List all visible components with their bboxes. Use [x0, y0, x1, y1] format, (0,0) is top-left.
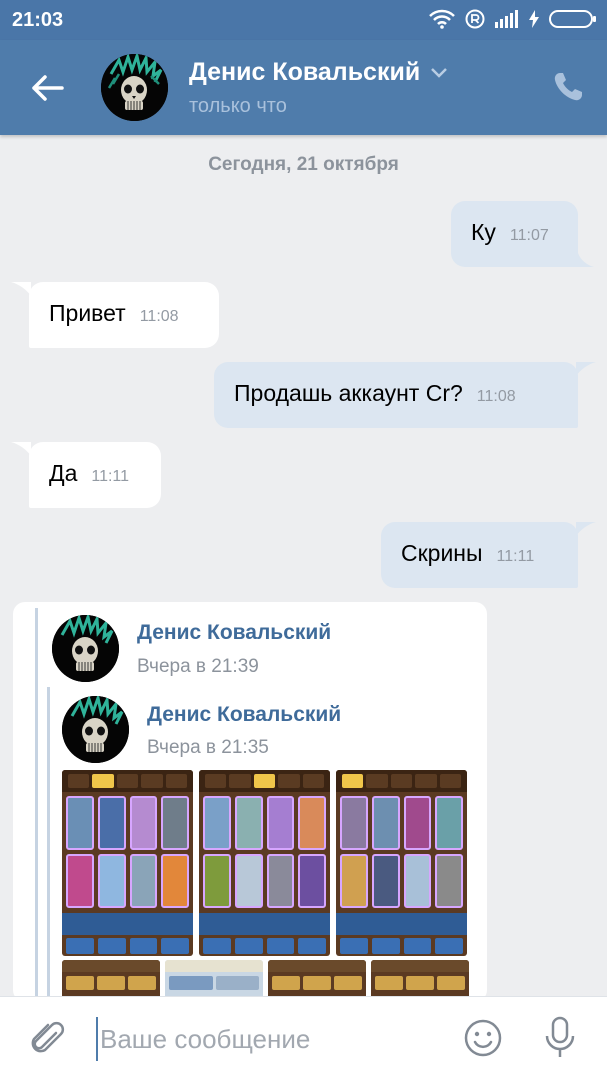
message-input[interactable]	[96, 1017, 436, 1061]
bubble-tail	[576, 522, 596, 536]
phone-icon[interactable]	[551, 70, 585, 104]
date-separator: Сегодня, 21 октября	[208, 154, 399, 175]
message-bubble-outgoing[interactable]: Скрины 11:11	[381, 522, 578, 588]
message-bubble-incoming[interactable]: Да 11:11	[29, 442, 161, 508]
signal-icon	[495, 10, 518, 28]
bubble-tail	[576, 362, 596, 376]
skull-avatar-image	[52, 615, 119, 682]
message-bubble-outgoing[interactable]: Ку 11:07	[451, 201, 578, 267]
message-text: Продашь аккаунт Cr?	[234, 380, 463, 406]
avatar[interactable]	[52, 615, 119, 682]
contact-status: только что	[189, 95, 287, 117]
chat-header: Денис Ковальский только что	[0, 40, 607, 135]
status-time: 21:03	[12, 9, 64, 31]
screenshot-thumbnail[interactable]	[62, 770, 193, 956]
forwarded-author-name[interactable]: Денис Ковальский	[147, 703, 341, 727]
message-time: 11:07	[509, 227, 549, 244]
screenshot-thumbnail[interactable]	[199, 770, 330, 956]
message-bubble-incoming[interactable]: Привет 11:08	[29, 282, 219, 348]
bubble-tail	[11, 282, 31, 296]
message-time: 11:08	[476, 388, 516, 405]
avatar[interactable]	[62, 696, 129, 763]
skull-avatar-image	[62, 696, 129, 763]
registered-icon	[465, 9, 485, 29]
message-composer	[0, 996, 607, 1080]
message-bubble-outgoing[interactable]: Продашь аккаунт Cr? 11:08	[214, 362, 578, 428]
message-text: Да	[49, 460, 78, 486]
forwarded-date: Вчера в 21:39	[137, 656, 259, 677]
emoji-icon[interactable]	[462, 1017, 504, 1059]
screenshot-thumbnail[interactable]	[336, 770, 467, 956]
message-time: 11:08	[139, 308, 179, 325]
message-time: 11:11	[91, 468, 130, 485]
contact-name-text: Денис Ковальский	[189, 58, 421, 86]
paperclip-icon[interactable]	[28, 1019, 68, 1059]
microphone-icon[interactable]	[542, 1015, 578, 1061]
avatar[interactable]	[101, 54, 168, 121]
forward-quote-bar-nested	[47, 687, 50, 1002]
chevron-down-icon[interactable]	[430, 67, 448, 79]
status-icons	[429, 9, 597, 29]
forwarded-date: Вчера в 21:35	[147, 737, 269, 758]
bubble-tail	[11, 442, 31, 456]
wifi-icon	[429, 9, 455, 29]
battery-icon	[549, 10, 596, 28]
charging-icon	[529, 10, 539, 28]
forwarded-message-bubble[interactable]: Денис Ковальский Вчера в 21:39 Денис Ков…	[13, 602, 487, 1002]
forward-quote-bar	[35, 608, 38, 1002]
forwarded-author-name[interactable]: Денис Ковальский	[137, 621, 331, 645]
message-text: Ку	[471, 219, 496, 245]
contact-name[interactable]: Денис Ковальский	[189, 58, 448, 87]
message-text: Привет	[49, 300, 126, 326]
message-time: 11:11	[496, 548, 535, 565]
status-bar: 21:03	[0, 0, 607, 40]
message-text: Скрины	[401, 540, 483, 566]
bubble-tail	[576, 253, 594, 267]
skull-avatar-image	[101, 54, 168, 121]
back-arrow-icon[interactable]	[28, 68, 68, 108]
